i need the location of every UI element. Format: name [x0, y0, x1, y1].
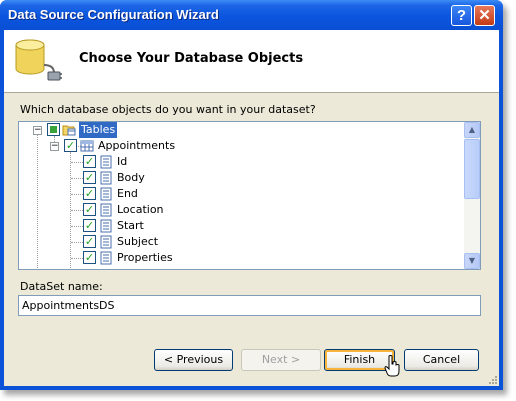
title-bar[interactable]: Data Source Configuration Wizard ? ✕ — [0, 0, 503, 30]
column-checkbox[interactable]: ✓ — [83, 251, 96, 264]
wizard-header: Choose Your Database Objects — [4, 30, 499, 93]
tree-node-column[interactable]: ✓ End — [19, 186, 464, 202]
tables-folder-icon — [62, 125, 76, 136]
database-plug-icon — [15, 39, 62, 81]
tree-node-appointments[interactable]: − ✓ Appointments — [19, 138, 464, 154]
column-icon — [100, 171, 112, 185]
tree-node-column[interactable]: ✓ Subject — [19, 234, 464, 250]
tree-node-tables[interactable]: − Tables — [19, 122, 464, 138]
resize-grip-icon[interactable] — [488, 375, 498, 385]
column-checkbox[interactable]: ✓ — [83, 219, 96, 232]
cancel-button[interactable]: Cancel — [404, 349, 479, 371]
column-icon — [100, 187, 112, 201]
column-checkbox[interactable]: ✓ — [83, 235, 96, 248]
tree-node-column[interactable]: ✓ Body — [19, 170, 464, 186]
tree-vertical-scrollbar[interactable]: ▲ ▼ — [464, 122, 480, 269]
scroll-thumb[interactable] — [464, 139, 480, 199]
column-icon — [100, 251, 112, 265]
collapse-toggle[interactable]: − — [33, 126, 42, 135]
dataset-name-input[interactable] — [18, 295, 481, 316]
tree-label-tables: Tables — [79, 122, 118, 138]
column-checkbox[interactable]: ✓ — [83, 171, 96, 184]
column-icon — [100, 235, 112, 249]
dataset-name-label: DataSet name: — [20, 280, 103, 293]
column-checkbox[interactable]: ✓ — [83, 155, 96, 168]
tree-content: − Tables − ✓ Appointments ✓ Id ✓ Body ✓ … — [19, 122, 464, 269]
column-icon — [100, 203, 112, 217]
tree-node-column[interactable]: ✓ Id — [19, 154, 464, 170]
page-title: Choose Your Database Objects — [79, 51, 304, 66]
window-title: Data Source Configuration Wizard — [8, 7, 219, 22]
tree-label-column: Id — [117, 155, 128, 168]
tree-node-column[interactable]: ✓ Start — [19, 218, 464, 234]
tree-label-column: Subject — [117, 235, 159, 248]
tree-label-column: Properties — [117, 251, 173, 264]
hand-cursor-icon — [384, 355, 400, 377]
next-button[interactable]: Next > — [241, 349, 321, 371]
column-icon — [100, 219, 112, 233]
appointments-checkbox[interactable]: ✓ — [64, 139, 77, 152]
tables-checkbox[interactable] — [47, 123, 60, 136]
column-checkbox[interactable]: ✓ — [83, 187, 96, 200]
tree-label-column: End — [117, 187, 138, 200]
column-checkbox[interactable]: ✓ — [83, 203, 96, 216]
previous-button[interactable]: < Previous — [154, 349, 233, 371]
column-icon — [100, 155, 112, 169]
help-button[interactable]: ? — [451, 5, 472, 26]
objects-prompt-label: Which database objects do you want in yo… — [20, 103, 316, 116]
scroll-down-button[interactable]: ▼ — [464, 253, 480, 269]
collapse-toggle[interactable]: − — [50, 142, 59, 151]
tree-node-column[interactable]: ✓ Properties — [19, 250, 464, 266]
database-objects-tree[interactable]: − Tables − ✓ Appointments ✓ Id ✓ Body ✓ … — [18, 121, 481, 270]
tree-node-column[interactable]: ✓ Location — [19, 202, 464, 218]
tree-label-column: Location — [117, 203, 164, 216]
tree-label-column: Start — [117, 219, 144, 232]
dialog-body: Choose Your Database Objects Which datab… — [4, 30, 499, 386]
wizard-window: Data Source Configuration Wizard ? ✕ Cho… — [0, 0, 503, 390]
tree-label-appointments: Appointments — [98, 139, 176, 152]
tree-label-column: Body — [117, 171, 145, 184]
close-button[interactable]: ✕ — [474, 5, 495, 26]
table-icon — [80, 140, 94, 152]
scroll-up-button[interactable]: ▲ — [464, 122, 480, 138]
